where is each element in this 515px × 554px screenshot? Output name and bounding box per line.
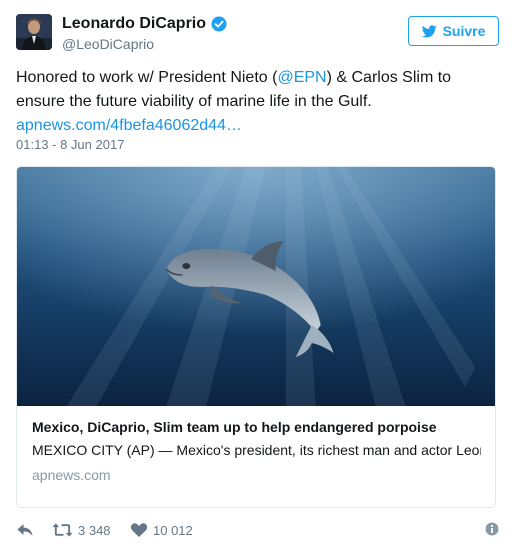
avatar-photo: [16, 14, 52, 50]
tweet-header: Leonardo DiCaprio @LeoDiCaprio Suivre: [16, 14, 499, 56]
card-image: [17, 167, 495, 406]
tweet-timestamp[interactable]: 01:13 - 8 Jun 2017: [16, 137, 124, 152]
mention-link[interactable]: @EPN: [277, 69, 326, 86]
card-title[interactable]: Mexico, DiCaprio, Slim team up to help e…: [32, 418, 481, 437]
avatar[interactable]: [16, 14, 52, 50]
like-button[interactable]: 10 012: [130, 522, 193, 538]
tweet-text: Honored to work w/ President Nieto (@EPN…: [16, 66, 486, 138]
card-domain: apnews.com: [32, 467, 111, 483]
display-name[interactable]: Leonardo DiCaprio: [62, 14, 227, 34]
tweet-actions: 3 348 10 012: [16, 522, 499, 544]
display-name-text[interactable]: Leonardo DiCaprio: [62, 14, 206, 34]
info-button[interactable]: [485, 522, 499, 536]
reply-button[interactable]: [16, 522, 39, 538]
info-icon: [485, 522, 499, 536]
card-body: Mexico, DiCaprio, Slim team up to help e…: [17, 406, 495, 483]
link-card[interactable]: Mexico, DiCaprio, Slim team up to help e…: [16, 166, 496, 508]
like-count: 10 012: [153, 522, 193, 538]
retweet-icon: [52, 523, 73, 537]
user-handle[interactable]: @LeoDiCaprio: [62, 35, 227, 53]
retweet-button[interactable]: 3 348: [52, 522, 111, 538]
article-link[interactable]: apnews.com/4fbefa46062d44…: [16, 117, 242, 134]
verified-badge-icon: [211, 16, 227, 32]
reply-icon: [17, 524, 33, 536]
retweet-count: 3 348: [78, 522, 111, 538]
twitter-bird-icon: [421, 24, 437, 37]
heart-icon: [130, 523, 148, 537]
user-names: Leonardo DiCaprio @LeoDiCaprio: [62, 14, 227, 53]
follow-button-label: Suivre: [442, 23, 486, 39]
tweet-text-part-1: Honored to work w/ President Nieto (: [16, 69, 278, 86]
follow-button[interactable]: Suivre: [408, 16, 499, 46]
card-description: MEXICO CITY (AP) — Mexico's president, i…: [32, 442, 481, 458]
